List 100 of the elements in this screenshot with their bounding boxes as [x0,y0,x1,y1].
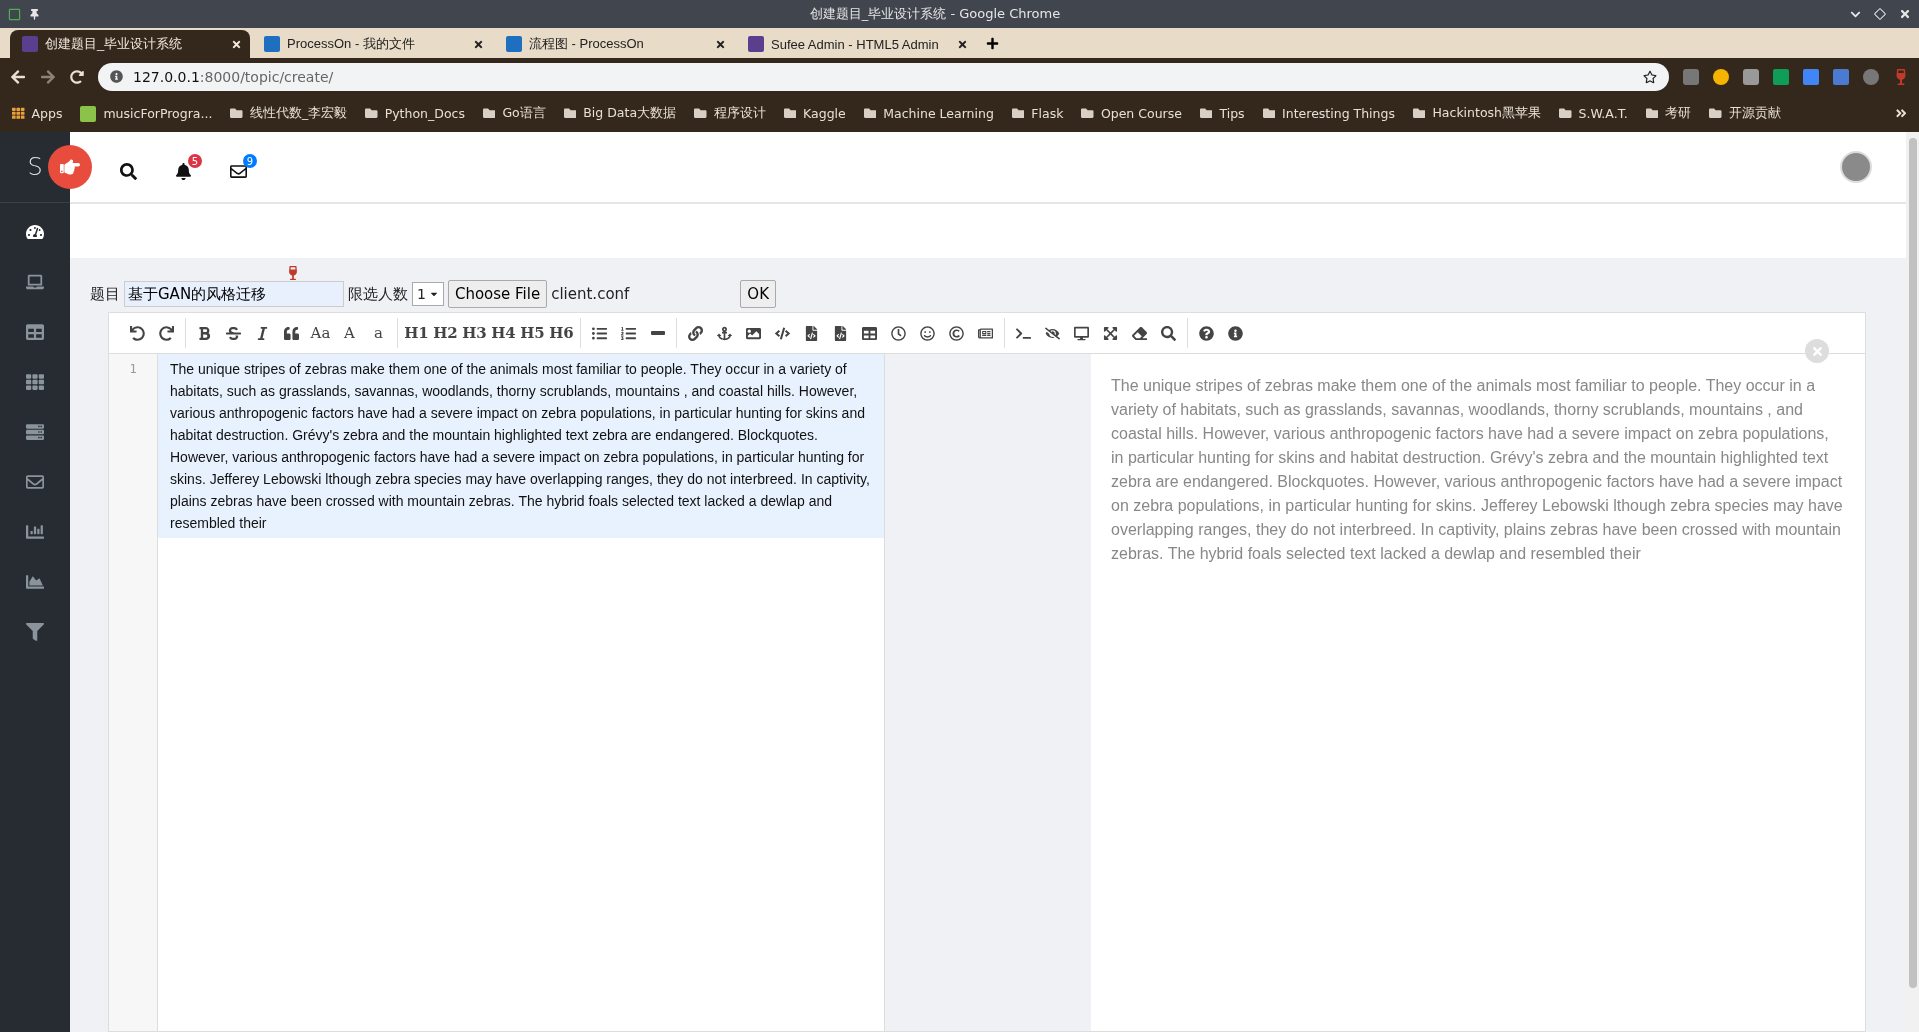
browser-tab[interactable]: 流程图 - ProcessOn [494,30,734,58]
folder-icon [863,107,877,120]
bookmark[interactable]: 开源贡献 [1709,105,1781,122]
folder-icon [1011,107,1025,120]
bookmark[interactable]: Interesting Things [1262,106,1395,121]
toolbar-button[interactable]: H5 [520,321,545,345]
folder-icon [1081,107,1094,120]
forward-icon[interactable] [40,68,56,85]
code-file-icon [833,325,848,341]
eye-slash-icon [1045,325,1060,341]
browser-tab[interactable]: Sufee Admin - HTML5 Admin [736,30,976,58]
toolbar-button[interactable]: H1 [404,321,429,345]
tab-title: Sufee Admin - HTML5 Admin [771,36,940,52]
bookmark[interactable]: Tips [1199,106,1245,121]
favicon-icon [264,36,280,52]
link-icon [688,325,703,341]
bookmark[interactable]: 线性代数_李宏毅 [230,105,348,122]
eraser-icon [1132,325,1147,341]
laptop-icon [26,273,44,291]
toolbar-button[interactable]: H6 [549,321,574,345]
reload-icon[interactable] [70,69,84,84]
table-icon [26,323,44,341]
italic-icon [255,325,270,341]
bookmark[interactable]: 程序设计 [694,105,766,122]
help-icon [1199,325,1214,341]
close-tab-icon[interactable] [957,38,968,50]
logo-text: S [27,153,43,181]
profile-avatar[interactable] [1863,68,1879,85]
maximize-icon[interactable] [1872,6,1888,22]
numbered-list-icon [621,325,636,341]
bookmark-star-icon[interactable] [1643,69,1657,84]
notifications-button[interactable]: 5 [175,154,202,180]
toolbar-button[interactable]: H4 [491,321,516,345]
bookmark[interactable]: S.W.A.T. [1559,106,1628,121]
pin-icon[interactable] [29,8,40,20]
copyright-icon [949,325,964,341]
title-input[interactable]: 基于GAN的风格迁移 [124,281,344,307]
toolbar-button[interactable]: H2 [433,321,458,345]
extension-icon[interactable] [1743,68,1759,85]
more-bookmarks-icon[interactable] [1894,107,1907,120]
browser-tab[interactable]: 创建题目_毕业设计系统 [10,30,250,58]
address-bar[interactable]: 127.0.0.1:8000/topic/create/ [98,62,1669,91]
messages-button[interactable]: 9 [230,154,257,180]
close-tab-icon[interactable] [231,38,242,50]
bookmark[interactable]: Flask [1011,106,1064,121]
bookmark[interactable]: Python_Docs [365,106,465,121]
extension-icon[interactable] [1773,68,1789,85]
ok-button[interactable]: OK [740,280,776,308]
toolbar-button[interactable]: Aa [308,321,333,345]
close-icon[interactable] [1899,8,1911,20]
bookmark[interactable]: 考研 [1645,105,1692,122]
toolbar-button[interactable]: a [366,321,391,345]
favicon-icon [506,36,522,52]
bookmark[interactable]: musicForProgra... [80,105,213,122]
limit-select[interactable]: 1 [412,282,444,306]
bookmark[interactable]: Open Course [1081,106,1182,121]
extension-icon[interactable] [1713,68,1729,85]
scrollbar[interactable] [1906,132,1919,1032]
close-tab-icon[interactable] [473,38,484,50]
back-icon[interactable] [10,68,26,85]
choose-file-button[interactable]: Choose File [447,280,548,308]
bookmark[interactable]: Go语言 [482,105,546,122]
search-icon [1161,325,1176,341]
folder-icon [482,107,496,120]
tab-title: 流程图 - ProcessOn [529,35,645,53]
toolbar-button[interactable]: A [337,321,362,345]
search-icon [120,163,137,180]
folder-icon [1199,107,1213,120]
undo-icon [130,325,145,341]
area-chart-icon [26,573,44,591]
folder-icon [1262,107,1276,120]
favicon-icon [22,36,38,52]
editor-text[interactable]: The unique stripes of zebras make them one of the animals most familiar to people. They occur in a variety of habitats, such as grasslands, savannas, woodlands, thorny scrublands, mountains , and coastal hills. However, various anthropogenic factors have had a severe impact on zebra populations, in particular hunting for skins and habitat destruction. Grévy's zebra and the mountain highlighted text zebra are endangered. Blockquotes. However, various anthropogenic factors have had a severe impact on zebra populations, in particular hunting for skins. Jefferey Lebowski lthough zebra species may have overlapping ranges, they do not interbreed. In captivity, plains zebras have been crossed with mountain zebras. The hybrid foals selected text lacked a dewlap and resembled their [158,354,884,538]
bookmark[interactable]: Machine Learning [863,106,994,121]
bookmark[interactable]: Apps [12,106,63,121]
new-tab-icon[interactable] [986,36,999,50]
site-favicon-icon [80,105,97,122]
filter-icon [26,623,44,641]
extension-icon[interactable] [1683,68,1699,85]
limit-label: 限选人数 [348,284,408,304]
smiley-icon [920,325,935,341]
info-icon [110,70,123,83]
extension-icon[interactable] [1833,68,1849,85]
bulleted-list-icon [592,325,607,341]
toolbar-button[interactable]: H3 [462,321,487,345]
table-icon [862,325,877,341]
browser-tab[interactable]: ProcessOn - 我的文件 [252,30,492,58]
file-name: client.conf [551,285,630,303]
user-avatar[interactable] [1840,151,1872,183]
folder-icon [1412,107,1426,120]
extension-icon[interactable] [1803,68,1819,85]
window-title: 创建题目_毕业设计系统 - Google Chrome [808,5,1062,23]
fullscreen-icon [1103,325,1118,341]
envelope-icon [26,473,44,491]
folder-icon [563,107,577,120]
bookmark[interactable]: Kaggle [783,106,846,121]
bookmark[interactable]: Big Data大数据 [563,105,677,122]
grid-icon [26,373,44,391]
close-tab-icon[interactable] [715,38,726,50]
bookmark[interactable]: Hackintosh黑苹果 [1412,105,1541,122]
